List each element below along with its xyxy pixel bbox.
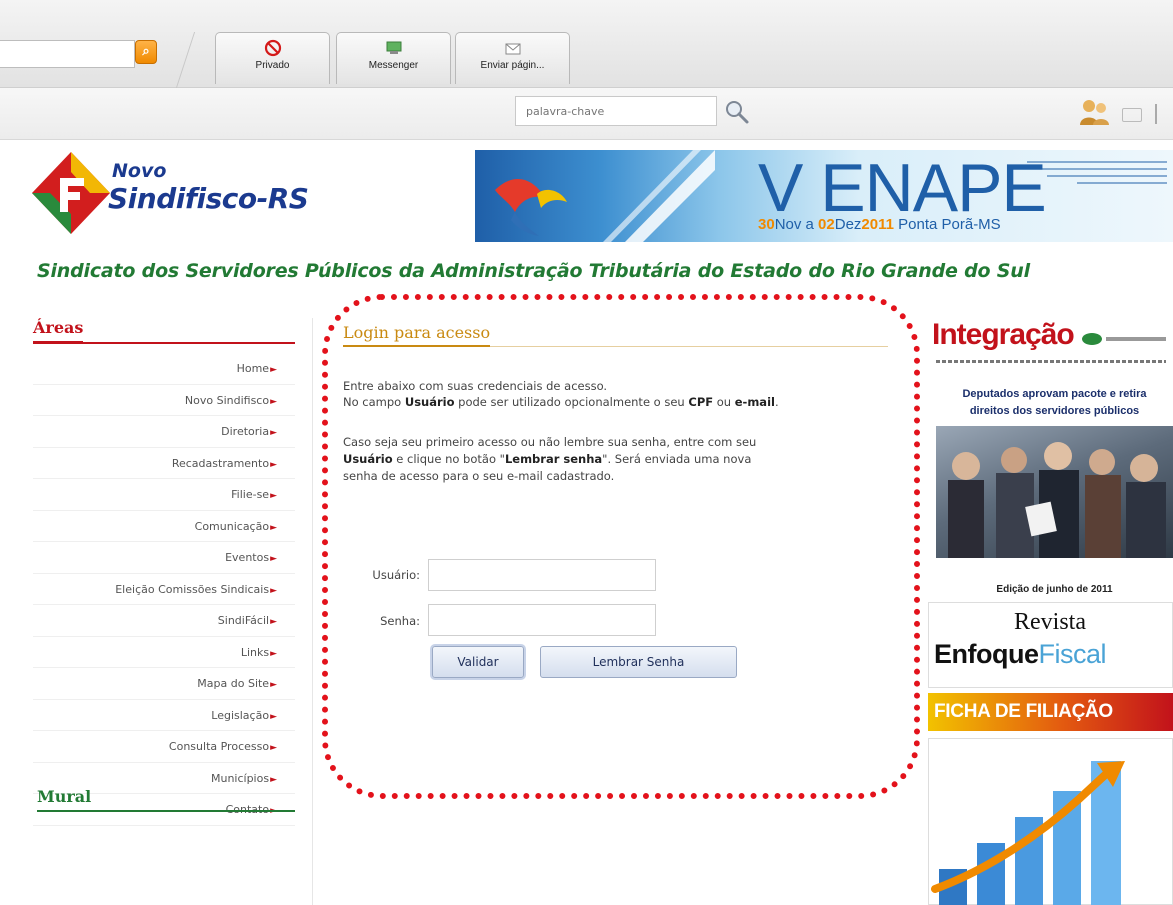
search-go-icon[interactable]: ⌕: [135, 40, 157, 64]
arrow-right-icon: ►: [270, 617, 277, 627]
column-divider: [312, 318, 313, 905]
login-instructions-5: senha de acesso para o seu e-mail cadast…: [343, 469, 615, 483]
arrow-right-icon: ►: [270, 554, 277, 564]
revista-enfoque-fiscal-banner[interactable]: Revista EnfoqueFiscal: [928, 602, 1173, 688]
remind-password-button[interactable]: Lembrar Senha: [540, 646, 737, 678]
send-page-icon: [505, 43, 520, 55]
arrow-right-icon: ►: [270, 396, 277, 407]
arrow-right-icon: ►: [270, 585, 277, 596]
bar-growth-icon: [931, 761, 1125, 905]
arrow-right-icon: ►: [270, 774, 277, 785]
banner-subtitle-lines: [967, 158, 1167, 184]
messenger-button[interactable]: Messenger: [336, 32, 451, 84]
password-field[interactable]: [428, 604, 656, 636]
login-instructions-4: Usuário e clique no botão "Lembrar senha…: [343, 452, 752, 466]
login-title: Login para acesso: [343, 323, 888, 347]
password-label: Senha:: [380, 614, 420, 628]
integracao-subtitle-rule: [936, 360, 1166, 363]
site-tagline: Sindicato dos Servidores Públicos da Adm…: [37, 260, 1030, 282]
revista-label: Revista: [1014, 609, 1086, 635]
privado-button[interactable]: Privado: [215, 32, 330, 84]
sidebar-item-home[interactable]: Home►: [33, 353, 295, 385]
sidebar-menu: Home► Novo Sindifisco► Diretoria► Recada…: [33, 353, 295, 826]
sidebar-title: Áreas: [33, 318, 295, 344]
sidebar: Áreas Home► Novo Sindifisco► Diretoria► …: [33, 318, 295, 826]
arrow-right-icon: ►: [270, 522, 277, 533]
logo-name[interactable]: Sindifisco-RS: [108, 182, 309, 215]
sidebar-item-novo-sindifisco[interactable]: Novo Sindifisco►: [33, 385, 295, 416]
keyword-search-input[interactable]: [515, 96, 717, 126]
sindifisco-logo-icon[interactable]: [30, 150, 112, 236]
sidebar-item-comunicacao[interactable]: Comunicação►: [33, 511, 295, 542]
messenger-label: Messenger: [368, 60, 419, 71]
send-page-label: Enviar págin...: [480, 60, 545, 71]
arrow-right-icon: ►: [270, 491, 277, 501]
send-page-button[interactable]: Enviar págin...: [455, 32, 570, 84]
highlight-dotted-frame: [322, 294, 920, 799]
sidebar-item-legislacao[interactable]: Legislação►: [33, 700, 295, 731]
sidebar-item-mapa-do-site[interactable]: Mapa do Site►: [33, 668, 295, 700]
privacy-icon: [264, 39, 281, 57]
login-instructions-3: Caso seja seu primeiro acesso ou não lem…: [343, 435, 757, 449]
arrow-right-icon: ►: [270, 428, 277, 438]
arrow-right-icon: ►: [270, 680, 277, 690]
sidebar-item-eleicao[interactable]: Eleição Comissões Sindicais►: [33, 574, 295, 605]
ficha-de-filiacao-banner[interactable]: FICHA DE FILIAÇÃO: [928, 693, 1173, 731]
users-icon[interactable]: [1078, 97, 1112, 127]
integracao-caption: Edição de junho de 2011: [996, 584, 1113, 595]
arrow-right-icon: ►: [270, 743, 277, 753]
revista-name: EnfoqueFiscal: [934, 639, 1107, 669]
username-label: Usuário:: [372, 568, 420, 582]
sidebar-item-eventos[interactable]: Eventos►: [33, 542, 295, 574]
sidebar-item-diretoria[interactable]: Diretoria►: [33, 416, 295, 448]
crowd-photo-icon: [948, 442, 1166, 558]
sidebar-item-sindifacil[interactable]: SindiFácil►: [33, 605, 295, 637]
sidebar-item-filie-se[interactable]: Filie-se►: [33, 479, 295, 511]
privado-label: Privado: [255, 60, 290, 71]
integracao-headline[interactable]: Deputados aprovam pacote e retira direit…: [932, 386, 1173, 420]
mail-icon[interactable]: [1122, 108, 1142, 122]
sidebar-item-recadastramento[interactable]: Recadastramento►: [33, 448, 295, 479]
integracao-logo-icon: [1082, 333, 1166, 345]
right-column: Integração Deputados aprovam pacote e re…: [928, 318, 1173, 905]
login-instructions-2: No campo Usuário pode ser utilizado opci…: [343, 395, 779, 409]
messenger-icon: [386, 41, 401, 54]
sidebar-item-consulta-processo[interactable]: Consulta Processo►: [33, 731, 295, 763]
integracao-title[interactable]: Integração: [932, 318, 1075, 352]
macaw-illustration: [495, 150, 715, 242]
username-field[interactable]: [428, 559, 656, 591]
enape-banner[interactable]: V ENAPE 30Nov a 02Dez2011 Ponta Porã-MS: [475, 150, 1173, 242]
sidebar-item-links[interactable]: Links►: [33, 637, 295, 668]
integracao-cover-photo[interactable]: [936, 426, 1173, 558]
logo-prefix: Novo: [112, 160, 167, 182]
address-bar[interactable]: [0, 40, 135, 68]
toolbar-edge-icon[interactable]: [1155, 104, 1169, 124]
arrow-right-icon: ►: [270, 365, 277, 375]
arrow-right-icon: ►: [270, 648, 277, 659]
mural-title: Mural: [37, 787, 295, 812]
arrow-right-icon: ►: [270, 711, 277, 722]
login-instructions-1: Entre abaixo com suas credenciais de ace…: [343, 379, 608, 393]
magnifier-icon[interactable]: [723, 98, 751, 126]
growth-chart-banner[interactable]: [928, 738, 1173, 905]
arrow-right-icon: ►: [270, 459, 277, 470]
validate-button[interactable]: Validar: [432, 646, 524, 678]
banner-date: 30Nov a 02Dez2011 Ponta Porã-MS: [758, 216, 1001, 233]
browser-toolbar: ⌕ Privado Messenger Enviar págin...: [0, 0, 1173, 88]
